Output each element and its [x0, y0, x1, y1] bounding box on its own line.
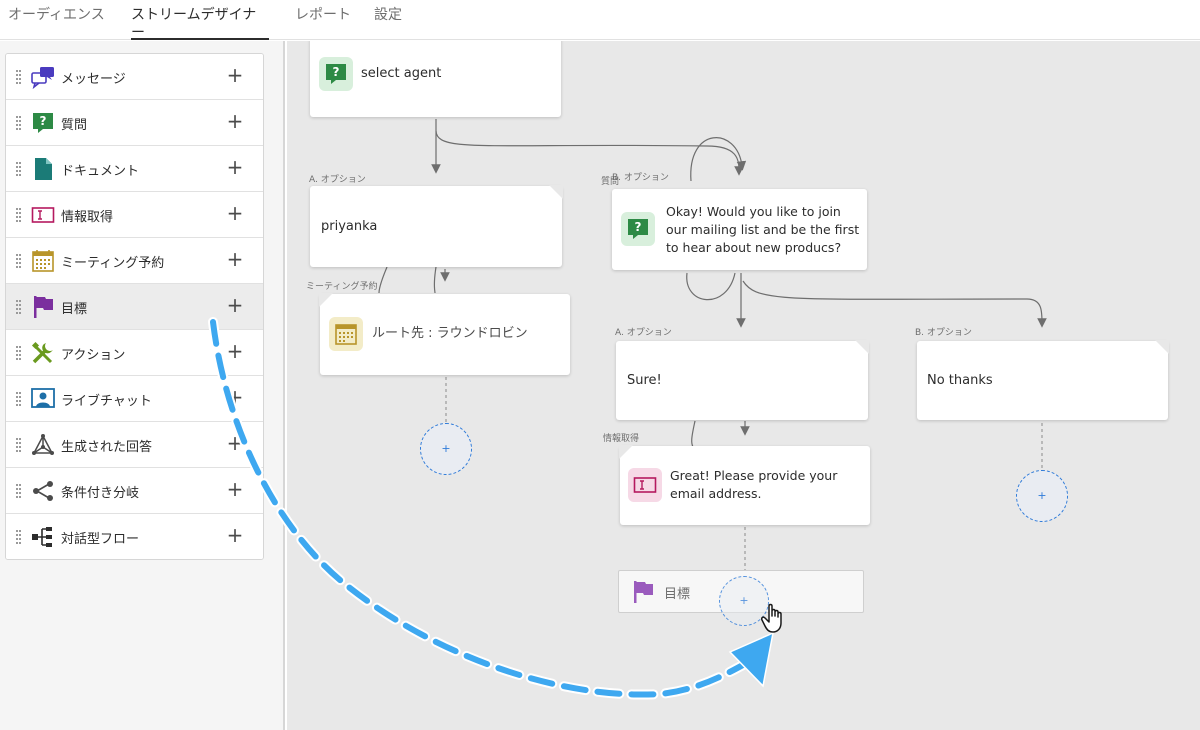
drag-arrow-overlay — [208, 317, 775, 700]
drag-path-arrow — [210, 319, 755, 698]
arrow-head-icon — [728, 631, 775, 688]
hand-cursor-icon — [761, 603, 782, 633]
